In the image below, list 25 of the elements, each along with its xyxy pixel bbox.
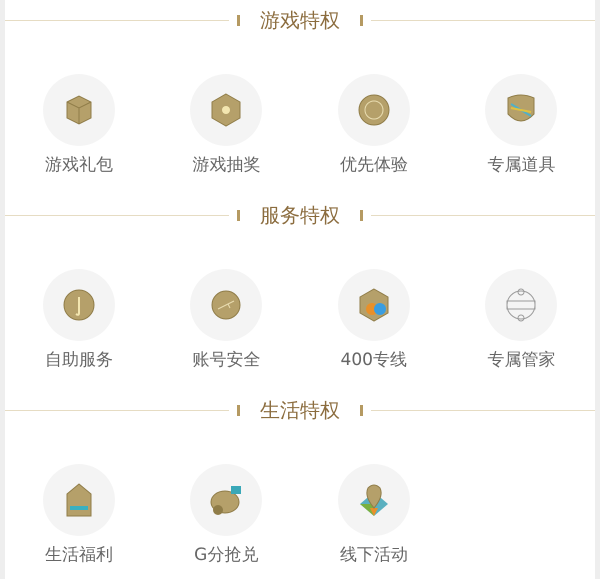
- privilege-item[interactable]: 游戏礼包: [5, 74, 152, 176]
- privilege-item[interactable]: 游戏抽奖: [152, 74, 300, 176]
- item-label: 专属道具: [487, 155, 556, 176]
- item-label: 400专线: [340, 350, 407, 372]
- privilege-item[interactable]: 优先体验: [300, 74, 448, 176]
- item-label: 账号安全: [192, 350, 260, 372]
- item-label: 线下活动: [340, 545, 408, 566]
- item-label: 自助服务: [44, 350, 113, 372]
- privilege-item[interactable]: 自助服务: [5, 269, 152, 372]
- item-label: 游戏礼包: [44, 155, 113, 176]
- privilege-item[interactable]: G分抢兑: [152, 464, 300, 566]
- item-label: G分抢兑: [194, 545, 258, 566]
- section-title: 游戏特权: [259, 10, 341, 30]
- privilege-item[interactable]: 400专线: [300, 269, 448, 372]
- privilege-item[interactable]: 账号安全: [152, 269, 300, 372]
- item-label: 游戏抽奖: [192, 155, 260, 176]
- section-title: 服务特权: [259, 205, 341, 225]
- item-label: 生活福利: [44, 545, 113, 566]
- section-title: 生活特权: [259, 400, 341, 420]
- privilege-item[interactable]: 生活福利: [5, 464, 152, 566]
- privilege-item[interactable]: 专属管家: [448, 269, 595, 372]
- item-label: 优先体验: [340, 155, 408, 176]
- privilege-item[interactable]: 专属道具: [448, 74, 595, 176]
- item-label: 专属管家: [487, 350, 556, 372]
- privilege-item[interactable]: 线下活动: [300, 464, 448, 566]
